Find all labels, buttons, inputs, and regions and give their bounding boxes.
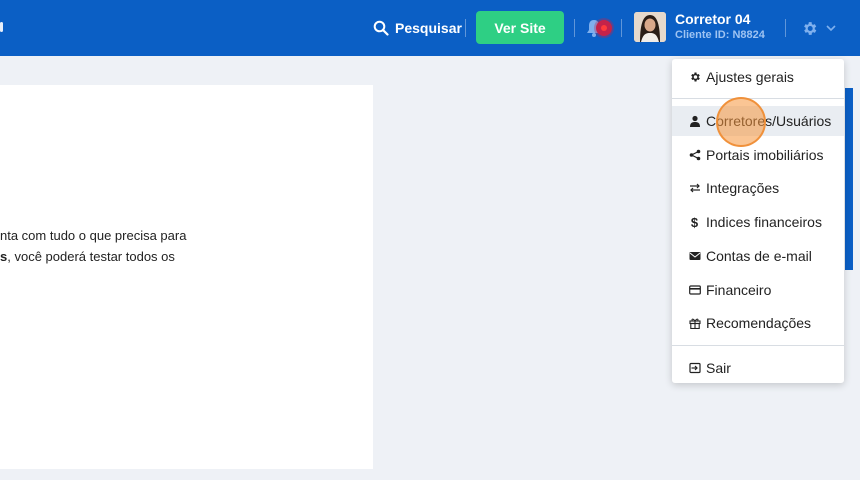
menu-item-financeiro[interactable]: Financeiro: [672, 275, 844, 305]
content-card: nta com tudo o que precisa para s, você …: [0, 85, 373, 469]
menu-item-sair[interactable]: Sair: [672, 353, 844, 383]
menu-item-label: Ajustes gerais: [706, 69, 794, 85]
gear-icon: [690, 72, 700, 82]
chevron-down-icon[interactable]: [826, 24, 836, 32]
top-navbar: Pesquisar Ver Site Corretor 04 Cliente I…: [0, 0, 860, 56]
search-icon: [373, 20, 389, 36]
client-id: Cliente ID: N8824: [675, 29, 765, 41]
dollar-icon: $: [690, 214, 699, 230]
separator: [785, 19, 786, 37]
menu-item-portais-imobiliarios[interactable]: Portais imobiliários: [672, 140, 844, 170]
menu-item-label: Contas de e-mail: [706, 248, 812, 264]
content-text-line: nta com tudo o que precisa para: [0, 228, 187, 243]
menu-item-indices-financeiros[interactable]: $ Indices financeiros: [672, 207, 844, 237]
menu-item-label: Portais imobiliários: [706, 147, 824, 163]
share-icon: [689, 149, 700, 161]
content-text-rest: , você poderá testar todos os: [7, 249, 175, 264]
gear-icon[interactable]: [801, 20, 818, 37]
user-name[interactable]: Corretor 04: [675, 11, 750, 27]
ver-site-button[interactable]: Ver Site: [476, 11, 564, 44]
avatar[interactable]: [634, 12, 666, 42]
menu-toggle-edge[interactable]: [0, 22, 3, 32]
separator: [465, 19, 466, 37]
separator: [574, 19, 575, 37]
credit-card-icon: [688, 285, 701, 295]
exchange-icon: [689, 183, 700, 193]
scrollbar[interactable]: [845, 88, 853, 270]
menu-item-label: Financeiro: [706, 282, 772, 298]
search-label: Pesquisar: [395, 20, 462, 36]
settings-dropdown-menu: Ajustes gerais Corretores/Usuários Porta…: [672, 59, 844, 383]
menu-item-label: Integrações: [706, 180, 780, 196]
gift-icon: [688, 318, 701, 329]
notification-badge: [596, 20, 612, 36]
menu-item-corretores-usuarios[interactable]: Corretores/Usuários: [672, 106, 844, 136]
menu-item-label: Corretores/Usuários: [706, 113, 832, 129]
menu-divider: [672, 345, 844, 346]
content-text-line: s, você poderá testar todos os: [0, 249, 175, 264]
sign-out-icon: [688, 362, 701, 374]
menu-item-recomendacoes[interactable]: Recomendações: [672, 308, 844, 338]
user-icon: [689, 115, 700, 127]
menu-item-label: Indices financeiros: [706, 214, 822, 230]
separator: [621, 19, 622, 37]
menu-item-label: Sair: [706, 360, 731, 376]
menu-item-label: Recomendações: [706, 315, 812, 331]
search-button[interactable]: Pesquisar: [373, 17, 462, 39]
menu-item-contas-de-email[interactable]: Contas de e-mail: [672, 241, 844, 271]
menu-divider: [672, 98, 844, 99]
menu-item-integracoes[interactable]: Integrações: [672, 173, 844, 203]
menu-item-ajustes-gerais[interactable]: Ajustes gerais: [672, 62, 844, 92]
envelope-icon: [689, 252, 700, 260]
